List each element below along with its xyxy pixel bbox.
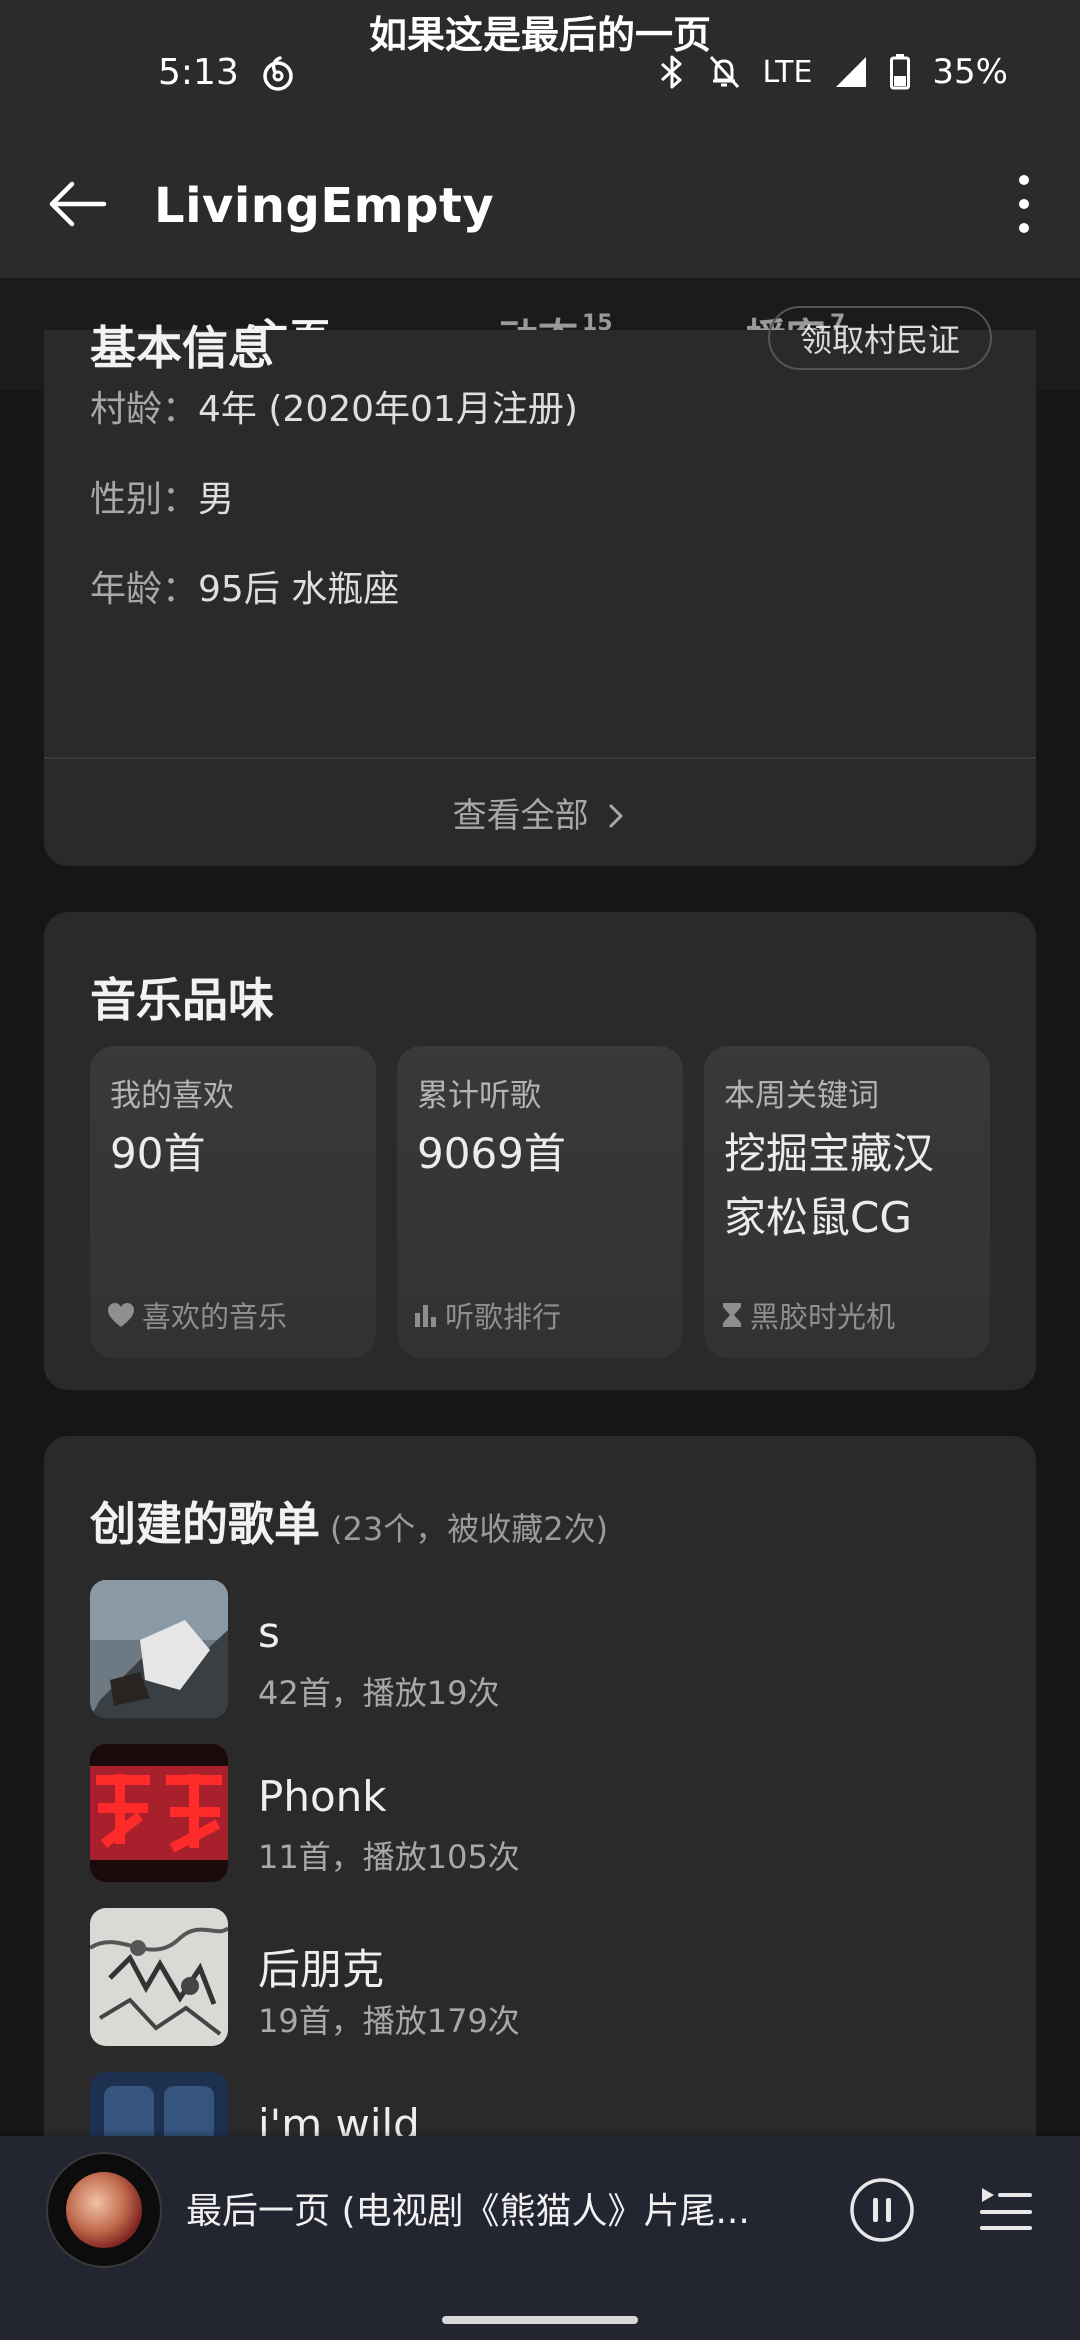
signal-icon bbox=[836, 57, 867, 87]
music-taste-card: 音乐品味 我的喜欢 90首 喜欢的音乐 累计听歌 9069首 听歌排行 本周关键… bbox=[44, 912, 1036, 1390]
view-all-label: 查看全部 bbox=[452, 796, 589, 836]
info-value: 4年 (2020年01月注册) bbox=[198, 389, 578, 430]
status-bar: 如果这是最后的一页 5:13 LTE 35% bbox=[0, 0, 1080, 130]
taste-footer-label: 听歌排行 bbox=[445, 1300, 562, 1334]
taste-value: 90首 bbox=[110, 1129, 206, 1178]
playlists-count: (23个，被收藏2次) bbox=[330, 1510, 609, 1548]
info-row-birth: 年龄：95后 水瓶座 bbox=[90, 560, 399, 612]
taste-footer-label: 喜欢的音乐 bbox=[142, 1300, 288, 1334]
playlists-title: 创建的歌单 (23个，被收藏2次) bbox=[90, 1488, 608, 1554]
playlist-cover-image bbox=[90, 1580, 228, 1718]
chevron-right-icon bbox=[609, 804, 623, 828]
taste-value: 9069首 bbox=[417, 1129, 566, 1178]
playlist-meta: 11首，播放105次 bbox=[258, 1838, 520, 1876]
info-key: 村龄： bbox=[90, 389, 199, 430]
playlist-meta: 42首，播放19次 bbox=[258, 1674, 500, 1712]
album-art-image bbox=[66, 2172, 142, 2248]
page-title: LivingEmpty bbox=[154, 178, 495, 234]
taste-footer-label: 黑胶时光机 bbox=[750, 1300, 896, 1334]
playlist-item[interactable]: Phonk 11首，播放105次 bbox=[90, 1744, 990, 1884]
info-value: 男 bbox=[198, 479, 235, 520]
pause-button[interactable] bbox=[848, 2176, 916, 2244]
info-value: 95后 水瓶座 bbox=[198, 569, 400, 610]
divider bbox=[44, 757, 1036, 759]
battery-percent: 35% bbox=[932, 52, 1008, 92]
village-card-button[interactable]: 领取村民证 bbox=[767, 306, 992, 370]
playlist-item[interactable]: 后朋克 19首，播放179次 bbox=[90, 1908, 990, 2048]
playlist-name: Phonk bbox=[258, 1772, 387, 1821]
playlists-title-label: 创建的歌单 bbox=[90, 1497, 320, 1551]
bluetooth-icon bbox=[660, 55, 682, 89]
album-disc[interactable] bbox=[46, 2152, 162, 2268]
network-type: LTE bbox=[762, 54, 813, 90]
status-time: 5:13 bbox=[158, 52, 239, 93]
playlist-meta: 19首，播放179次 bbox=[258, 2002, 520, 2040]
hourglass-icon bbox=[723, 1303, 741, 1327]
taste-footer: 听歌排行 bbox=[413, 1294, 561, 1336]
mini-player[interactable]: 最后一页 (电视剧《熊猫人》片尾... bbox=[0, 2136, 1080, 2340]
taste-footer: 喜欢的音乐 bbox=[106, 1294, 287, 1336]
taste-label: 我的喜欢 bbox=[110, 1078, 234, 1114]
taste-footer: 黑胶时光机 bbox=[720, 1294, 895, 1336]
back-arrow-icon[interactable] bbox=[44, 170, 112, 238]
info-row-gender: 性别：男 bbox=[90, 470, 234, 522]
view-all-button[interactable]: 查看全部 bbox=[44, 788, 1036, 837]
info-key: 性别： bbox=[90, 479, 199, 520]
status-icons: LTE 35% bbox=[659, 50, 1008, 94]
more-options-icon[interactable] bbox=[994, 166, 1054, 242]
info-row-age: 村龄：4年 (2020年01月注册) bbox=[90, 380, 578, 432]
taste-value: 挖掘宝藏汉家松鼠CG bbox=[724, 1129, 935, 1242]
now-playing-title[interactable]: 最后一页 (电视剧《熊猫人》片尾... bbox=[186, 2182, 786, 2234]
playlist-name: s bbox=[258, 1608, 280, 1657]
playlist-item[interactable]: s 42首，播放19次 bbox=[90, 1580, 990, 1720]
playlist-cover-image bbox=[90, 1744, 228, 1882]
taste-label: 本周关键词 bbox=[724, 1078, 879, 1114]
app-bar: LivingEmpty bbox=[0, 130, 1080, 278]
taste-card-keyword[interactable]: 本周关键词 挖掘宝藏汉家松鼠CG 黑胶时光机 bbox=[704, 1046, 990, 1358]
netease-notification-icon bbox=[263, 56, 293, 91]
basic-info-card: 基本信息 领取村民证 村龄：4年 (2020年01月注册) 性别：男 年龄：95… bbox=[44, 306, 1036, 866]
playlist-cover-image bbox=[90, 1908, 228, 2046]
mute-bell-icon bbox=[709, 55, 739, 89]
playlist-queue-icon[interactable] bbox=[978, 2182, 1034, 2238]
bar-chart-icon bbox=[415, 1305, 436, 1327]
home-indicator[interactable] bbox=[442, 2316, 638, 2324]
playlist-name: 后朋克 bbox=[258, 1945, 385, 1994]
battery-icon bbox=[890, 54, 911, 90]
info-key: 年龄： bbox=[90, 569, 199, 610]
taste-card-listened[interactable]: 累计听歌 9069首 听歌排行 bbox=[397, 1046, 683, 1358]
heart-icon bbox=[108, 1303, 134, 1327]
taste-label: 累计听歌 bbox=[417, 1078, 541, 1114]
music-taste-title: 音乐品味 bbox=[90, 973, 274, 1027]
taste-card-liked[interactable]: 我的喜欢 90首 喜欢的音乐 bbox=[90, 1046, 376, 1358]
basic-info-title: 基本信息 bbox=[90, 321, 274, 375]
